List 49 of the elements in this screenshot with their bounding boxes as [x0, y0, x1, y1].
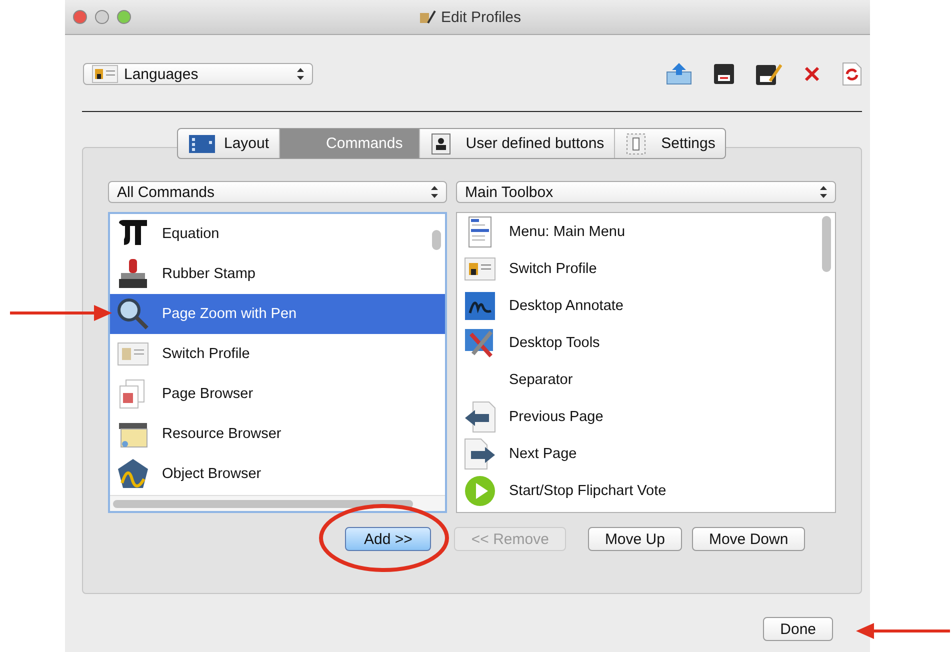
action-button[interactable]: Move Up	[588, 527, 682, 551]
delete-x-icon[interactable]	[804, 66, 820, 82]
list-item[interactable]: Page Browser	[110, 374, 445, 414]
pen-shape-icon	[116, 457, 150, 491]
stamp-icon	[116, 257, 150, 291]
list-item[interactable]: Object Browser	[110, 454, 445, 494]
scrollbar-thumb[interactable]	[822, 216, 831, 272]
action-button[interactable]: Move Down	[692, 527, 806, 551]
left-arrow-icon	[463, 400, 497, 434]
toolbox-dropdown[interactable]: Main Toolbox	[456, 181, 836, 203]
updown-arrows-icon	[820, 186, 827, 198]
list-item[interactable]: Next Page	[457, 435, 835, 472]
minimize-button[interactable]	[95, 10, 109, 24]
magnifier-icon	[116, 297, 150, 331]
tab[interactable]: Layout	[178, 129, 280, 158]
play-icon	[463, 474, 497, 508]
list-item[interactable]: Switch Profile	[457, 250, 835, 287]
list-item[interactable]: Start/Stop Flipchart Vote	[457, 472, 835, 509]
commands-dropdown[interactable]: All Commands	[108, 181, 447, 203]
list-item[interactable]: Equation	[110, 214, 445, 254]
tab[interactable]: User defined buttons	[420, 129, 616, 158]
layout-icon	[188, 132, 216, 154]
list-item[interactable]: Rubber Stamp	[110, 254, 445, 294]
right-arrow-icon	[463, 436, 497, 470]
zoom-button[interactable]	[117, 10, 131, 24]
list-item[interactable]: Resource Browser	[110, 414, 445, 454]
save-edit-icon[interactable]	[756, 63, 782, 85]
scrollbar-thumb[interactable]	[432, 230, 441, 250]
list-item[interactable]: Desktop Annotate	[457, 287, 835, 324]
updown-arrows-icon	[431, 186, 438, 198]
list-item[interactable]: Page Zoom with Pen	[110, 294, 445, 334]
list-item[interactable]: Menu: Main Menu	[457, 213, 835, 250]
list-item[interactable]: Previous Page	[457, 398, 835, 435]
list-item[interactable]: Desktop Tools	[457, 324, 835, 361]
action-button[interactable]: Add >>	[345, 527, 432, 551]
updown-arrows-icon	[297, 68, 304, 80]
pencil-card-icon	[420, 10, 436, 24]
done-button[interactable]: Done	[763, 617, 833, 641]
close-button[interactable]	[73, 10, 87, 24]
save-icon[interactable]	[714, 64, 734, 84]
horizontal-scrollbar[interactable]	[110, 495, 445, 511]
profile-dropdown[interactable]: Languages	[83, 63, 313, 85]
window-title: Edit Profiles	[440, 8, 522, 26]
tab[interactable]: Settings	[615, 129, 726, 158]
list-item[interactable]: Switch Profile	[110, 334, 445, 374]
id-card-icon	[92, 65, 118, 83]
list-item[interactable]: Separator	[457, 361, 835, 398]
refresh-page-icon[interactable]	[842, 62, 862, 86]
upload-tray-icon[interactable]	[666, 63, 692, 85]
